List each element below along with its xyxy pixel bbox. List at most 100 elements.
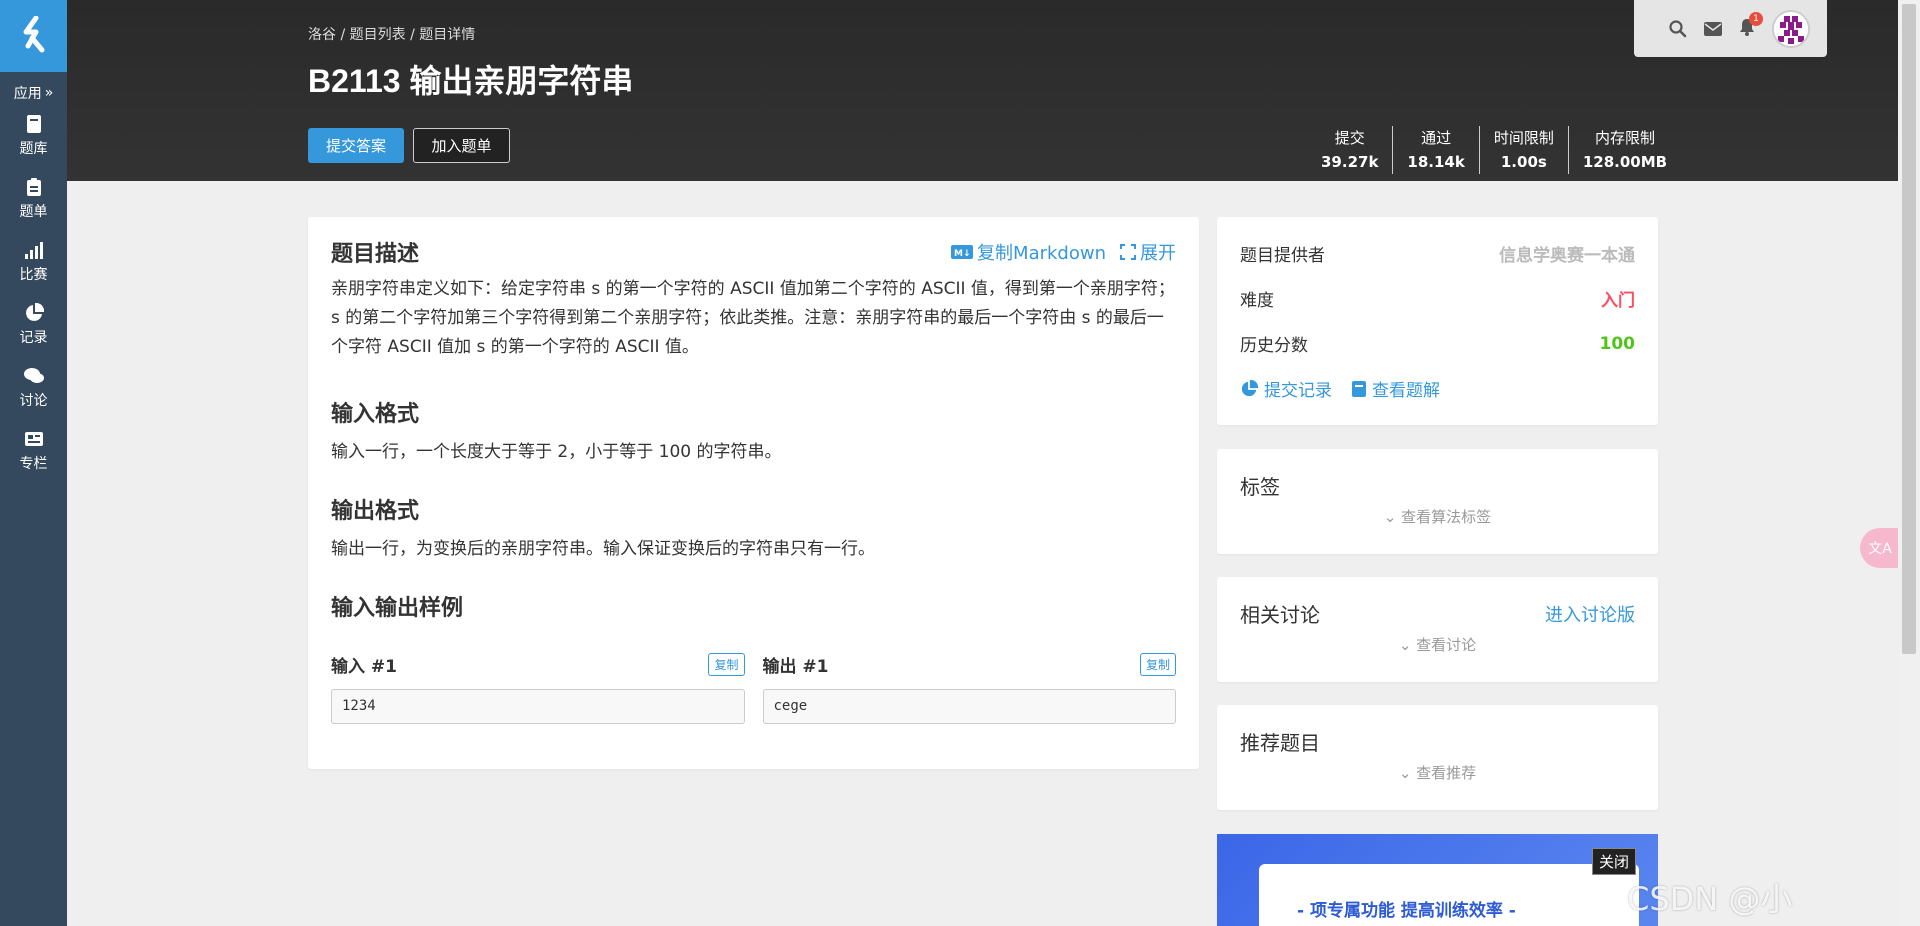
stat-value: 39.27k — [1321, 153, 1379, 171]
sidebar-item-records[interactable]: 记录 — [0, 293, 67, 356]
add-to-list-button[interactable]: 加入题单 — [413, 128, 510, 163]
notifications[interactable]: 1 — [1739, 11, 1763, 40]
luogu-logo[interactable] — [0, 0, 67, 72]
sidebar-item-problems[interactable]: 题库 — [0, 104, 67, 167]
apps-toggle[interactable]: 应用 » — [0, 82, 67, 104]
sidebar: 应用 » 题库 题单 比赛 记录 讨论 专栏 — [0, 0, 67, 926]
input-format-text: 输入一行，一个长度大于等于 2，小于等于 100 的字符串。 — [331, 442, 782, 462]
sample-input: 输入 #1 复制 1234 — [331, 652, 745, 724]
difficulty-value: 入门 — [1601, 291, 1635, 311]
avatar[interactable] — [1772, 9, 1810, 48]
sidebar-item-label: 题库 — [19, 140, 48, 157]
description-text: 亲朋字符串定义如下：给定字符串 s 的第一个字符的 ASCII 值加第二个字符的… — [331, 279, 1175, 357]
output-format-text: 输出一行，为变换后的亲朋字符串。输入保证变换后的字符串只有一行。 — [331, 539, 875, 559]
problem-header: 洛谷 / 题目列表 / 题目详情 B2113 输出亲朋字符串 提交答案 加入题单… — [67, 0, 1898, 181]
recommend-title: 推荐题目 — [1240, 731, 1320, 755]
stat-value: 18.14k — [1407, 153, 1465, 171]
sidebar-item-label: 记录 — [19, 329, 48, 346]
page-scrollbar[interactable] — [1898, 0, 1920, 926]
stat-value: 1.00s — [1500, 153, 1547, 171]
sidebar-item-lists[interactable]: 题单 — [0, 167, 67, 230]
sidebar-item-discuss[interactable]: 讨论 — [0, 356, 67, 419]
sidebar-item-contests[interactable]: 比赛 — [0, 230, 67, 293]
stat-label: 提交 — [1334, 129, 1365, 147]
history-score-row: 历史分数 100 — [1240, 321, 1635, 366]
double-chevron-right-icon: » — [44, 85, 54, 101]
samples-row: 输入 #1 复制 1234 输出 #1 复制 cege — [331, 652, 1176, 724]
pie-chart-icon — [25, 302, 44, 321]
ad-close-button[interactable]: 关闭 — [1592, 848, 1637, 875]
stat-time-limit: 时间限制 1.00s — [1478, 126, 1568, 174]
translate-icon: 文A — [1868, 541, 1892, 557]
sample-input-code[interactable]: 1234 — [331, 689, 745, 724]
samples-title: 输入输出样例 — [331, 596, 464, 621]
sidebar-item-label: 比赛 — [19, 266, 48, 283]
logo-icon — [23, 16, 44, 53]
problem-content-card: 题目描述 M↓ 复制Markdown 展开 亲朋字符串定义如下：给定字符串 s … — [308, 217, 1199, 769]
user-toolbar: 1 — [1634, 0, 1827, 57]
breadcrumb[interactable]: 洛谷 / 题目列表 / 题目详情 — [308, 24, 475, 44]
translate-float-button[interactable]: 文A — [1860, 528, 1900, 568]
description-actions: M↓ 复制Markdown 展开 — [951, 239, 1176, 265]
copy-markdown-button[interactable]: M↓ 复制Markdown — [951, 239, 1106, 265]
discussion-card: 相关讨论 进入讨论版 ⌄ 查看讨论 — [1217, 577, 1658, 682]
sample-output-header: 输出 #1 复制 — [762, 652, 1176, 677]
show-discussion-toggle[interactable]: ⌄ 查看讨论 — [1240, 634, 1635, 655]
sidebar-item-label: 专栏 — [19, 455, 48, 472]
sidebar-item-blog[interactable]: 专栏 — [0, 419, 67, 482]
stat-submissions: 提交 39.27k — [1307, 126, 1392, 174]
provider-value[interactable]: 信息学奥赛一本通 — [1499, 241, 1635, 266]
stat-accepted: 通过 18.14k — [1392, 126, 1478, 174]
stat-label: 内存限制 — [1594, 129, 1655, 147]
enter-discussion-link[interactable]: 进入讨论版 — [1545, 601, 1635, 627]
stat-label: 通过 — [1421, 129, 1452, 147]
discussion-title: 相关讨论 — [1240, 603, 1320, 627]
info-links: 提交记录 查看题解 — [1240, 366, 1635, 411]
scrollbar-thumb[interactable] — [1902, 4, 1916, 654]
description-title: 题目描述 — [331, 242, 420, 267]
show-recommend-toggle[interactable]: ⌄ 查看推荐 — [1240, 762, 1635, 783]
copy-markdown-label: 复制Markdown — [977, 243, 1106, 264]
clipboard-icon — [26, 177, 41, 196]
output-format-title: 输出格式 — [331, 499, 420, 524]
history-score-value: 100 — [1599, 333, 1636, 354]
copy-input-button[interactable]: 复制 — [708, 653, 745, 676]
history-score-label: 历史分数 — [1240, 336, 1308, 356]
sample-output: 输出 #1 复制 cege — [762, 652, 1176, 724]
csdn-watermark: CSDN @小 — [1627, 880, 1793, 918]
problem-info-card: 题目提供者 信息学奥赛一本通 难度 入门 历史分数 100 提交记录 查看题解 — [1217, 217, 1658, 425]
show-tags-toggle[interactable]: ⌄ 查看算法标签 — [1240, 506, 1635, 527]
view-solutions-label: 查看题解 — [1372, 381, 1440, 401]
ad-text: - 项专属功能 提高训练效率 - — [1297, 901, 1516, 921]
expand-label: 展开 — [1140, 243, 1176, 264]
sample-output-label: 输出 #1 — [762, 657, 829, 677]
mail-icon[interactable] — [1704, 21, 1722, 36]
stat-memory-limit: 内存限制 128.00MB — [1567, 126, 1681, 174]
sidebar-item-label: 题单 — [19, 203, 48, 220]
submission-records-link[interactable]: 提交记录 — [1240, 376, 1332, 401]
ad-banner[interactable]: - 项专属功能 提高训练效率 - 关闭 — [1217, 834, 1658, 926]
show-tags-label: 查看算法标签 — [1401, 508, 1492, 526]
sample-input-header: 输入 #1 复制 — [331, 652, 745, 677]
submit-answer-button[interactable]: 提交答案 — [308, 128, 404, 163]
provider-row: 题目提供者 信息学奥赛一本通 — [1240, 231, 1635, 276]
show-recommend-label: 查看推荐 — [1416, 764, 1477, 782]
chevron-down-icon: ⌄ — [1383, 508, 1402, 526]
expand-icon — [1120, 244, 1136, 260]
view-solutions-link[interactable]: 查看题解 — [1352, 376, 1440, 401]
tags-card: 标签 ⌄ 查看算法标签 — [1217, 449, 1658, 554]
chevron-down-icon: ⌄ — [1398, 764, 1417, 782]
newspaper-icon — [24, 431, 43, 446]
description-header: 题目描述 M↓ 复制Markdown 展开 — [331, 239, 1176, 267]
book-icon — [26, 114, 41, 133]
comments-icon — [23, 367, 44, 383]
search-icon[interactable] — [1669, 19, 1687, 38]
discussion-header: 相关讨论 进入讨论版 — [1240, 577, 1635, 628]
copy-output-button[interactable]: 复制 — [1139, 653, 1176, 676]
expand-button[interactable]: 展开 — [1120, 239, 1176, 265]
difficulty-row: 难度 入门 — [1240, 276, 1635, 321]
sample-output-code[interactable]: cege — [762, 689, 1176, 724]
samples-section: 输入输出样例 输入 #1 复制 1234 输出 #1 复制 cege — [331, 590, 1176, 724]
apps-label: 应用 — [13, 86, 42, 102]
page-title: B2113 输出亲朋字符串 — [308, 63, 634, 99]
